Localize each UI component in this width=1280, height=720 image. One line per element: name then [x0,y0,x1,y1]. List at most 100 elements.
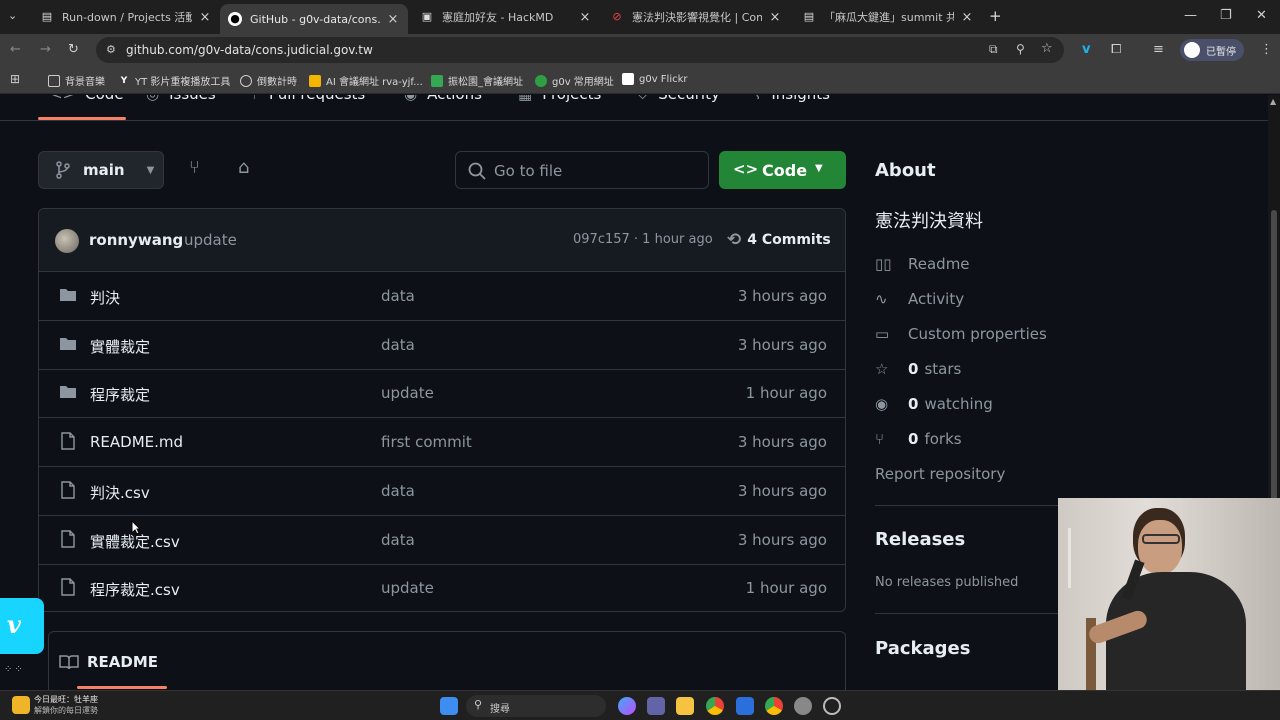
watching-link[interactable]: ◉ 0 watching [875,395,993,413]
tab-summit[interactable]: ▤ 「麻瓜大鍵進」summit 共同掛 × [794,4,982,30]
tab-constitution[interactable]: ⊘ 憲法判決影響視覺化 | Constitu × [602,4,790,30]
commit-message[interactable]: update [184,231,237,249]
profile-button[interactable]: 已暫停 [1180,39,1244,61]
tab-issues[interactable]: ◎ Issues [146,95,216,103]
go-to-file-input[interactable]: Go to file [455,151,709,189]
file-row[interactable]: README.md first commit 3 hours ago [39,418,845,468]
file-name[interactable]: 實體裁定 [90,336,150,357]
reload-icon[interactable]: ↻ [68,42,79,57]
vimeo-extension-icon[interactable]: v [1082,42,1090,57]
site-info-icon[interactable]: ⚙ [106,43,116,56]
tab-pull-requests[interactable]: ⑂ Pull requests [250,95,365,103]
zoom-icon[interactable]: ⚲ [1016,42,1025,56]
close-window-icon[interactable]: ✕ [1256,8,1267,23]
minimize-icon[interactable]: — [1184,8,1197,23]
bookmark-item[interactable]: g0v 常用網址 [535,73,614,88]
custom-properties-link[interactable]: ▭ Custom properties [875,325,1047,343]
file-name[interactable]: 判決 [90,287,120,308]
file-name[interactable]: 判決.csv [90,482,150,503]
file-row[interactable]: 判決 data 3 hours ago [39,272,845,321]
file-row[interactable]: 判決.csv data 3 hours ago [39,467,845,516]
vimeo-badge[interactable]: v [0,598,44,654]
tab-code[interactable]: <> Code [50,95,124,103]
file-commit-message[interactable]: data [381,336,415,354]
file-row[interactable]: 程序裁定.csv update 1 hour ago [39,564,845,611]
file-row[interactable]: 實體裁定 data 3 hours ago [39,321,845,370]
close-icon[interactable]: × [768,10,782,25]
bookmark-item[interactable]: AI 會議網址 rva-yjf... [309,73,423,88]
bookmark-item[interactable]: 背景音樂 [48,73,105,88]
avatar[interactable] [55,229,79,253]
back-icon[interactable]: ← [10,42,21,57]
activity-link[interactable]: ∿ Activity [875,290,964,308]
copilot-icon[interactable] [618,697,636,715]
settings-gear-icon[interactable] [794,697,812,715]
branch-selector[interactable]: main ▼ [38,151,164,189]
bookmark-star-icon[interactable]: ☆ [1041,41,1053,56]
taskbar-search[interactable]: ⚲ 搜尋 [466,695,606,717]
close-icon[interactable]: × [386,12,400,27]
file-commit-message[interactable]: update [381,384,434,402]
install-icon[interactable]: ⧉ [989,42,998,57]
readme-title[interactable]: README [87,653,158,671]
close-icon[interactable]: × [960,10,974,25]
commit-author[interactable]: ronnywang [89,231,183,249]
menu-icon[interactable]: ⋮ [1260,42,1273,57]
bookmark-item[interactable]: g0v Flickr [622,73,688,85]
widget-title[interactable]: 今日最旺：牡羊座 [34,694,98,705]
dots-handle-icon[interactable]: ⁘⁘ [4,664,25,675]
readme-link[interactable]: ▯▯ Readme [875,255,970,273]
new-tab-button[interactable]: + [989,7,1002,25]
store-icon[interactable] [736,697,754,715]
forks-link[interactable]: ⑂ 0 forks [875,430,962,448]
file-explorer-icon[interactable] [676,697,694,715]
commit-sha-time[interactable]: 097c157 · 1 hour ago [573,232,713,247]
maximize-icon[interactable]: ❐ [1220,8,1232,23]
weather-widget-icon[interactable] [12,696,30,714]
close-icon[interactable]: × [198,10,212,25]
scroll-up-icon[interactable]: ▲ [1270,97,1276,106]
file-row[interactable]: 程序裁定 update 1 hour ago [39,369,845,419]
reading-list-icon[interactable]: ≡ [1153,42,1164,57]
file-name[interactable]: 程序裁定 [90,384,150,405]
tab-hackmd[interactable]: ▣ 憲庭加好友 - HackMD × [412,4,600,30]
packages-heading[interactable]: Packages [875,638,970,659]
file-name[interactable]: 程序裁定.csv [90,579,180,600]
apps-grid-icon[interactable]: ⊞ [10,72,20,86]
report-repository-link[interactable]: Report repository [875,465,1005,483]
tab-projects[interactable]: ▦ Projects [518,95,601,103]
releases-heading[interactable]: Releases [875,529,965,550]
bookmark-item[interactable]: 倒數計時 [240,73,297,88]
forward-icon[interactable]: → [40,42,51,57]
commits-link[interactable]: ⟲ 4 Commits [727,230,831,250]
tab-search-chevron-icon[interactable]: ⌄ [8,9,17,22]
file-commit-message[interactable]: first commit [381,433,472,451]
close-icon[interactable]: × [578,10,592,25]
widget-subtitle[interactable]: 解鎖你的每日運勢 [34,705,98,716]
chrome-profile-icon[interactable] [765,697,783,715]
file-commit-message[interactable]: data [381,287,415,305]
file-row[interactable]: 實體裁定.csv data 3 hours ago [39,516,845,565]
code-dropdown-button[interactable]: <> Code ▼ [719,151,846,189]
windows-start-icon[interactable] [440,697,458,715]
file-commit-message[interactable]: data [381,531,415,549]
tags-icon[interactable]: ⌂ [238,157,249,178]
tab-security[interactable]: ⛉ Security [637,95,720,103]
obs-icon[interactable] [823,697,841,715]
stars-link[interactable]: ☆ 0 stars [875,360,961,378]
extensions-icon[interactable]: ⧠ [1111,42,1121,57]
address-bar[interactable]: ⚙ github.com/g0v-data/cons.judicial.gov.… [96,37,1064,63]
scrollbar-thumb[interactable] [1271,210,1277,500]
chrome-icon[interactable] [706,697,724,715]
file-name[interactable]: README.md [90,433,183,451]
tab-rundown[interactable]: ▤ Run-down / Projects 活動流程 × [32,4,220,30]
file-commit-message[interactable]: update [381,579,434,597]
tab-insights[interactable]: ⌇ Insights [754,95,830,103]
branches-icon[interactable]: ⑂ [189,157,200,178]
bookmark-item[interactable]: Y YT 影片重複播放工具 [118,73,231,89]
tab-github[interactable]: ● GitHub - g0v-data/cons.judici × [220,4,408,34]
teams-icon[interactable] [647,697,665,715]
file-commit-message[interactable]: data [381,482,415,500]
bookmark-item[interactable]: 振松園_會議網址 [431,73,523,88]
tab-actions[interactable]: ◉ Actions [404,95,482,103]
